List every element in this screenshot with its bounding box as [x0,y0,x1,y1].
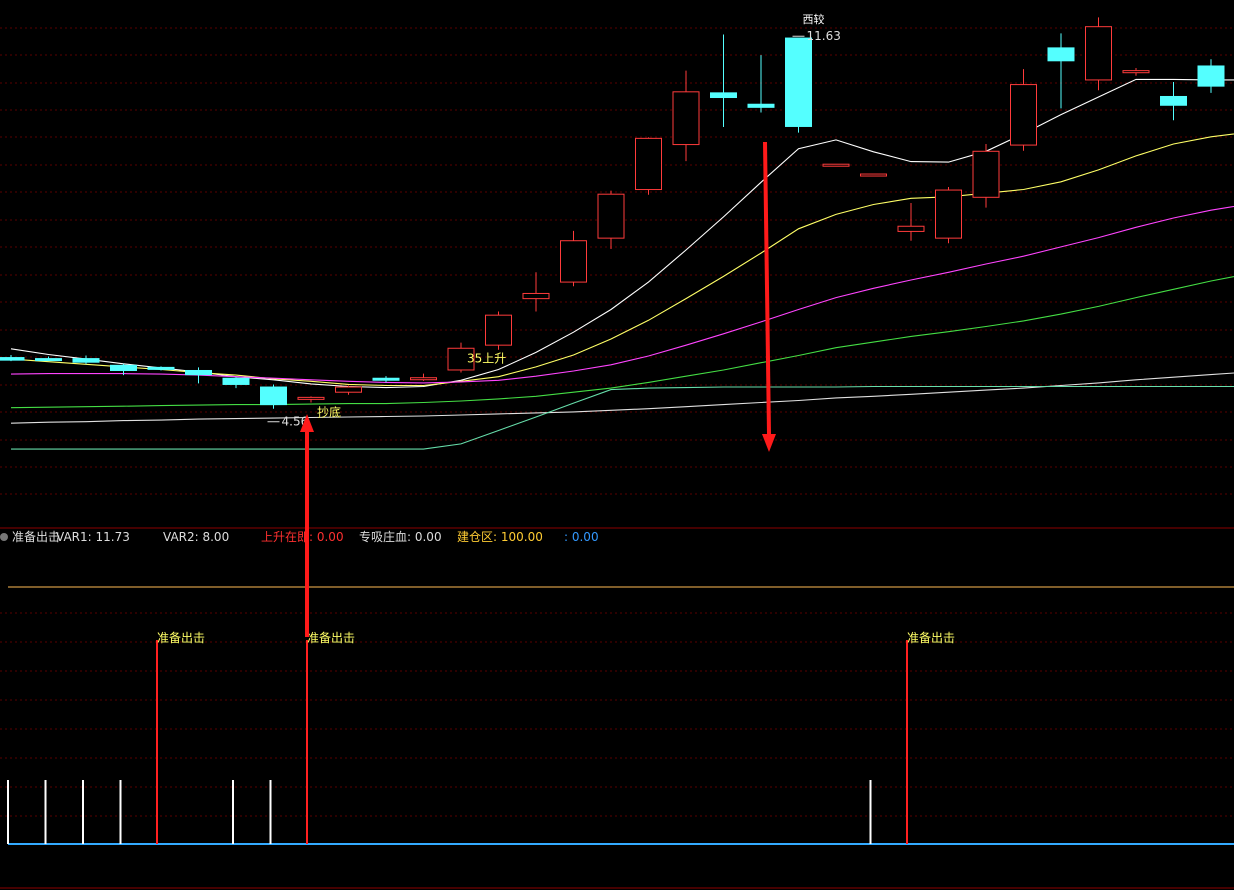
candle-body [822,163,850,167]
indicator-red-label: 准备出击 [907,631,955,645]
candlesticks [0,17,1225,409]
candle [335,385,362,395]
candle-body [297,396,325,400]
legend-icon [0,533,8,541]
candle-body [1160,95,1187,106]
candle-body [72,358,100,363]
candle-body [710,92,737,99]
candle-body [372,377,400,381]
indicator-red-label: 准备出击 [157,631,205,645]
candle-body [635,137,662,191]
signal-arrows [300,141,776,637]
candle [860,173,887,177]
candle [372,376,400,383]
candle [747,55,775,113]
candle [822,163,850,167]
legend-item: : 0.00 [564,530,599,544]
indicator-panel: 准备出击VAR1: 11.73 VAR2: 8.00 上升在即: 0.00 专吸庄血:… [0,529,1234,845]
price-annotations: 西较11.634.56抄底35上升 [267,12,841,429]
candle-body [972,150,1000,198]
indicator-red-label: 准备出击 [307,631,355,645]
candle-body [222,377,250,385]
legend-item: 专吸庄血: 0.00 [359,529,442,544]
candle-body [560,240,587,283]
legend-item: 上升在即: 0.00 [261,530,344,544]
candle-body [860,173,887,177]
candle-body [35,358,62,362]
candle-body [185,369,212,376]
candle-body [0,357,25,361]
candle [260,384,287,409]
candle [935,186,962,244]
candle [410,373,437,381]
candle-body [597,193,625,239]
candle-body [335,386,362,393]
candle-body [897,225,925,232]
candle [1197,59,1225,93]
candle [710,34,737,127]
candle [485,311,512,350]
candle [1122,68,1150,76]
signal-label: 35上升 [467,352,506,366]
candle-body [260,386,287,406]
candle-body [110,364,137,371]
candle [785,37,812,133]
signal-label: 抄底 [317,405,341,420]
candle-body [1085,26,1112,81]
candle [297,396,325,403]
sell-arrow-shaft [763,141,771,435]
candle [672,70,700,162]
candle-body [410,377,437,381]
candle [222,377,250,389]
candle [560,230,587,287]
candle [522,272,550,312]
candle [1010,69,1037,151]
candle-body [785,37,812,127]
candle-body [147,366,175,370]
candle [897,202,925,241]
candle [0,354,25,362]
legend-item: 建仓区: 100.00 [457,530,543,544]
ma-line [10,133,1234,387]
candle-body [935,189,962,239]
candle-body [672,91,700,146]
candle-body [1047,47,1075,62]
stock-chart: 西较11.634.56抄底35上升 准备出击VAR1: 11.73 VAR2: 8… [0,12,1234,889]
candle [972,144,1000,208]
top-marker-label: 西较 [803,12,825,26]
candle-body [1122,70,1150,74]
candle-body [747,103,775,108]
candle-body [485,314,512,346]
moving-average-lines [10,78,1234,450]
candle [597,190,625,249]
candle-body [1197,65,1225,87]
candle [635,137,662,195]
grid-lines [0,27,1234,889]
candle [147,366,175,371]
candle [1085,17,1112,91]
sell-arrow-head [762,434,776,452]
candle-body [1010,84,1037,146]
price-label: 11.63 [807,29,841,43]
candle-body [522,292,550,300]
candle [1160,82,1187,121]
candle [35,356,62,362]
legend-item: VAR2: 8.00 [163,530,229,544]
legend-item: VAR1: 11.73 [56,530,130,544]
candle [1047,33,1075,109]
legend-item: 准备出击 [12,530,60,544]
